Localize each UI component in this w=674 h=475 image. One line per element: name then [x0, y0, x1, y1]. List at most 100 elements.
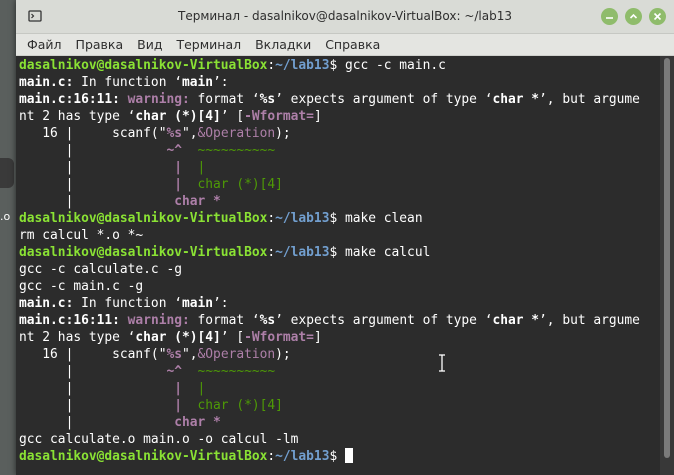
- terminal-text-segment: dasalnikov@dasalnikov-VirtualBox: [19, 449, 268, 464]
- terminal-text-segment: ~/lab13: [275, 449, 330, 464]
- terminal-text-segment: ",: [182, 126, 198, 141]
- menu-terminal[interactable]: Терминал: [169, 37, 248, 52]
- terminal-text-segment: 16 | scanf(": [19, 347, 167, 362]
- terminal-text-segment: In function ‘: [73, 296, 182, 311]
- menu-file[interactable]: Файл: [20, 37, 69, 52]
- maximize-button[interactable]: [625, 8, 642, 25]
- terminal-line: 16 | scanf("%s",&Operation);: [19, 346, 660, 363]
- terminal-line: gcc -c calculate.c -g: [19, 261, 660, 278]
- desktop-icon-fragment[interactable]: [0, 158, 14, 188]
- menu-bar: Файл Правка Вид Терминал Вкладки Справка: [16, 34, 674, 56]
- terminal-text-segment: |: [19, 143, 167, 158]
- terminal-line: | char *: [19, 414, 660, 431]
- terminal-text-segment: dasalnikov@dasalnikov-VirtualBox: [19, 58, 268, 73]
- terminal-text-segment: 16 | scanf(": [19, 126, 167, 141]
- terminal-line: dasalnikov@dasalnikov-VirtualBox:~/lab13…: [19, 57, 660, 74]
- close-icon: [653, 12, 662, 21]
- terminal-text-segment: -Wformat=: [244, 330, 314, 345]
- terminal-text-segment: main.c:: [19, 296, 74, 311]
- terminal-text-segment: main.c:: [19, 75, 74, 90]
- minimize-button[interactable]: [601, 8, 618, 25]
- terminal-text-segment: ~~~~~~~~~~: [197, 143, 276, 158]
- terminal-text-segment: warning:: [127, 92, 190, 107]
- terminal-text-segment: char (*)[4]: [135, 109, 221, 124]
- terminal-line: dasalnikov@dasalnikov-VirtualBox:~/lab13…: [19, 244, 660, 261]
- terminal-text-segment: char (*)[4]: [197, 398, 283, 413]
- terminal-text-segment: |: [19, 364, 167, 379]
- terminal-lines: dasalnikov@dasalnikov-VirtualBox:~/lab13…: [16, 56, 660, 465]
- terminal-line: gcc calculate.o main.o -o calcul -lm: [19, 431, 660, 448]
- terminal-line: | | |: [19, 159, 660, 176]
- terminal-text-segment: ’ expects argument of type ‘: [275, 313, 493, 328]
- terminal-text-segment: ’ [: [220, 109, 245, 124]
- terminal-text-segment: |: [19, 381, 175, 396]
- close-button[interactable]: [649, 8, 666, 25]
- terminal-text-segment: nt 2 has type ‘: [19, 330, 136, 345]
- text-cursor-icon: [439, 354, 445, 372]
- terminal-text-segment: |: [19, 415, 175, 430]
- terminal-text-segment: |: [174, 398, 182, 413]
- terminal-text-segment: ~^: [166, 143, 182, 158]
- scrollbar[interactable]: [660, 56, 674, 475]
- terminal-text-segment: $ make calcul: [329, 245, 431, 260]
- maximize-icon: [629, 13, 638, 19]
- terminal-line: main.c: In function ‘main’:: [19, 74, 660, 91]
- terminal-text-segment: char *: [174, 194, 221, 209]
- terminal-line: 16 | scanf("%s",&Operation);: [19, 125, 660, 142]
- terminal-line: main.c: In function ‘main’:: [19, 295, 660, 312]
- terminal-text-segment: |: [19, 160, 175, 175]
- menu-view[interactable]: Вид: [130, 37, 169, 52]
- terminal-output[interactable]: dasalnikov@dasalnikov-VirtualBox:~/lab13…: [16, 56, 660, 475]
- terminal-line: | | |: [19, 380, 660, 397]
- terminal-text-segment: %s: [166, 126, 182, 141]
- terminal-text-segment: |: [19, 177, 175, 192]
- minimize-icon: [606, 17, 613, 19]
- terminal-text-segment: warning:: [127, 313, 190, 328]
- terminal-text-segment: &Operation: [197, 126, 276, 141]
- terminal-text-segment: gcc calculate.o main.o -o calcul -lm: [19, 432, 299, 447]
- terminal-text-segment: |: [174, 160, 182, 175]
- terminal-text-segment: nt 2 has type ‘: [19, 109, 136, 124]
- terminal-text-segment: ~/lab13: [275, 211, 330, 226]
- terminal-line: gcc -c main.c -g: [19, 278, 660, 295]
- terminal-text-segment: -Wformat=: [244, 109, 314, 124]
- terminal-text-segment: ’, but argume: [539, 313, 640, 328]
- terminal-text-segment: ",: [182, 347, 198, 362]
- terminal-text-segment: ’ expects argument of type ‘: [275, 92, 493, 107]
- terminal-line: | ~^ ~~~~~~~~~~: [19, 142, 660, 159]
- terminal-text-segment: ~/lab13: [275, 58, 330, 73]
- title-bar[interactable]: Терминал - dasalnikov@dasalnikov-Virtual…: [16, 0, 674, 34]
- terminal-text-segment: :: [267, 245, 276, 260]
- scrollbar-thumb[interactable]: [664, 58, 670, 458]
- terminal-text-segment: In function ‘: [73, 75, 182, 90]
- menu-help[interactable]: Справка: [318, 37, 387, 52]
- terminal-text-segment: rm calcul *.o *~: [19, 228, 144, 243]
- terminal-text-segment: |: [19, 194, 175, 209]
- terminal-text-segment: ]: [313, 330, 322, 345]
- terminal-text-segment: );: [275, 347, 291, 362]
- terminal-text-segment: gcc -c calculate.c -g: [19, 262, 182, 277]
- terminal-text-segment: :: [267, 211, 276, 226]
- terminal-text-segment: char *: [492, 313, 540, 328]
- terminal-text-segment: |: [174, 381, 182, 396]
- terminal-text-segment: %s: [166, 347, 182, 362]
- terminal-text-segment: &Operation: [197, 347, 276, 362]
- terminal-line: | ~^ ~~~~~~~~~~: [19, 363, 660, 380]
- terminal-line: rm calcul *.o *~: [19, 227, 660, 244]
- menu-edit[interactable]: Правка: [69, 37, 131, 52]
- terminal-text-segment: dasalnikov@dasalnikov-VirtualBox: [19, 245, 268, 260]
- menu-tabs[interactable]: Вкладки: [248, 37, 318, 52]
- terminal-text-segment: ’:: [213, 75, 229, 90]
- desktop-icon-label: .o: [0, 210, 11, 223]
- terminal-line: | | char (*)[4]: [19, 176, 660, 193]
- terminal-text-segment: ]: [313, 109, 322, 124]
- terminal-cursor: [344, 448, 353, 463]
- terminal-text-segment: %s: [259, 92, 276, 107]
